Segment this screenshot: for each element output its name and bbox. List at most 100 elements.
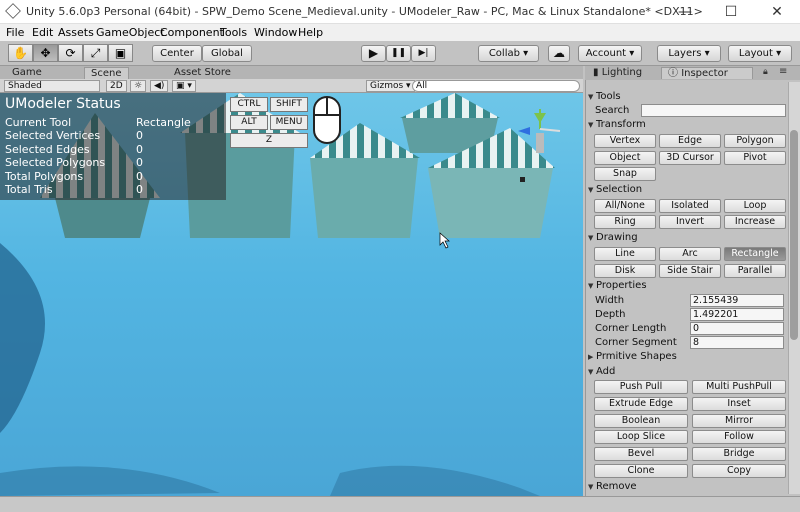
rectangle-button[interactable]: Rectangle [724,247,786,261]
status-value: 0 [136,170,143,183]
close-button[interactable]: ✕ [754,0,800,24]
effects-dropdown[interactable]: ▣ ▾ [172,80,196,92]
tab-inspector[interactable]: ⓘ Inspector [661,67,753,79]
clone-button[interactable]: Clone [594,464,688,478]
boolean-button[interactable]: Boolean [594,414,688,428]
layers-dropdown[interactable]: Layers ▾ [657,45,721,62]
multi-pushpull-button[interactable]: Multi PushPull [692,380,786,394]
primitive-shapes-label: Prmitive Shapes [596,351,677,362]
polygon-button[interactable]: Polygon [724,134,786,148]
isolated-button[interactable]: Isolated [659,199,721,213]
pivot-button[interactable]: Pivot [724,151,786,165]
menu-tools[interactable]: Tools [220,26,247,39]
add-section[interactable]: ▼ Add [588,366,615,377]
bridge-button[interactable]: Bridge [692,447,786,461]
rect-tool-button[interactable]: ▣ [108,44,133,62]
menu-file[interactable]: File [6,26,24,39]
inset-button[interactable]: Inset [692,397,786,411]
play-button[interactable]: ▶ [361,45,386,62]
collab-button[interactable]: Collab ▾ [478,45,539,62]
menu-gameobject[interactable]: GameObject [96,26,165,39]
corner-length-field[interactable]: 0 [690,322,784,335]
follow-button[interactable]: Follow [692,430,786,444]
space-global-button[interactable]: Global [202,45,252,62]
line-button[interactable]: Line [594,247,656,261]
panel-menu-icon[interactable]: ≡ [779,66,787,77]
status-value: 0 [136,143,143,156]
vertex-button[interactable]: Vertex [594,134,656,148]
ctrl-key-indicator: CTRL [230,97,268,112]
menu-help[interactable]: Help [298,26,323,39]
depth-field[interactable]: 1.492201 [690,308,784,321]
tools-section[interactable]: ▼ Tools [588,91,621,102]
loop-slice-button[interactable]: Loop Slice [594,430,688,444]
menu-edit[interactable]: Edit [32,26,53,39]
remove-label: Remove [596,481,637,492]
invert-button[interactable]: Invert [659,215,721,229]
layout-dropdown[interactable]: Layout ▾ [728,45,792,62]
transform-section[interactable]: ▼ Transform [588,119,646,130]
extrude-edge-button[interactable]: Extrude Edge [594,397,688,411]
search-label: Search [595,105,630,116]
copy-button[interactable]: Copy [692,464,786,478]
object-button[interactable]: Object [594,151,656,165]
properties-section[interactable]: ▼ Properties [588,280,647,291]
cloud-icon[interactable]: ☁ [548,45,570,62]
rotate-tool-button[interactable]: ⟳ [58,44,83,62]
2d-toggle[interactable]: 2D [106,80,127,92]
ring-button[interactable]: Ring [594,215,656,229]
selection-section[interactable]: ▼ Selection [588,184,642,195]
width-field[interactable]: 2.155439 [690,294,784,307]
tab-game[interactable]: Game [6,67,48,79]
pause-button[interactable]: ❚❚ [386,45,411,62]
maximize-button[interactable]: ☐ [708,0,754,24]
scene-search-input[interactable]: All [412,80,580,92]
disk-button[interactable]: Disk [594,264,656,278]
status-label: Current Tool [5,116,72,129]
tab-lighting[interactable]: ▮ Lighting [587,67,648,79]
transform-label: Transform [596,119,646,130]
account-dropdown[interactable]: Account ▾ [578,45,642,62]
3d-cursor-button[interactable]: 3D Cursor [659,151,721,165]
snap-button[interactable]: Snap [594,167,656,181]
side-stair-button[interactable]: Side Stair [659,264,721,278]
scale-tool-button[interactable]: ⤢ [83,44,108,62]
increase-button[interactable]: Increase [724,215,786,229]
hand-tool-button[interactable]: ✋ [8,44,33,62]
shading-mode-dropdown[interactable]: Shaded [4,80,100,92]
move-tool-button[interactable]: ✥ [33,44,58,62]
expanded-arrow-icon: ▼ [588,368,594,376]
inspector-search-input[interactable] [641,104,786,117]
corner-segment-field[interactable]: 8 [690,336,784,349]
mirror-button[interactable]: Mirror [692,414,786,428]
menu-window[interactable]: Window [254,26,297,39]
arc-button[interactable]: Arc [659,247,721,261]
gizmos-dropdown[interactable]: Gizmos ▾ [366,80,415,92]
all-none-button[interactable]: All/None [594,199,656,213]
status-heading: UModeler Status [5,96,121,112]
selection-label: Selection [596,184,643,195]
primitive-shapes-section[interactable]: ▶ Prmitive Shapes [588,351,677,362]
remove-section[interactable]: ▼ Remove [588,481,637,492]
bevel-button[interactable]: Bevel [594,447,688,461]
status-value: Rectangle [136,116,191,129]
drawing-section[interactable]: ▼ Drawing [588,232,638,243]
inspector-scrollbar-thumb[interactable] [790,130,798,340]
step-button[interactable]: ▶| [411,45,436,62]
tab-scene[interactable]: Scene [84,67,129,79]
tab-asset-store[interactable]: Asset Store [168,67,237,79]
edge-button[interactable]: Edge [659,134,721,148]
parallel-button[interactable]: Parallel [724,264,786,278]
collapsed-arrow-icon: ▶ [588,353,594,361]
loop-button[interactable]: Loop [724,199,786,213]
pivot-center-button[interactable]: Center [152,45,202,62]
unity-logo-icon [5,3,21,19]
lighting-toggle-icon[interactable]: ☼ [130,80,147,92]
minimize-button[interactable]: — [662,0,708,24]
lock-icon[interactable]: 🔒︎ [763,67,768,77]
audio-toggle-icon[interactable]: ◀) [150,80,169,92]
umodeler-status-panel: UModeler Status Current Tool Rectangle S… [0,93,226,200]
menu-component[interactable]: Component [160,26,224,39]
menu-assets[interactable]: Assets [58,26,94,39]
push-pull-button[interactable]: Push Pull [594,380,688,394]
